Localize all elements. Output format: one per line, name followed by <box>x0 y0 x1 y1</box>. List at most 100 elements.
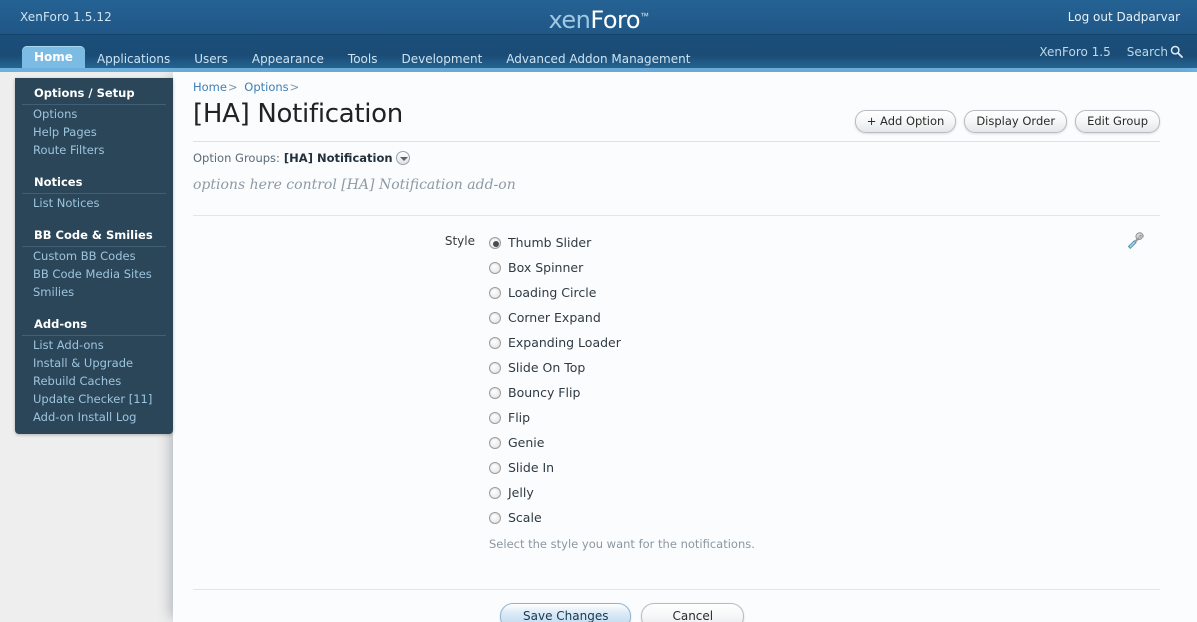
radio-label-slide-in[interactable]: Slide In <box>508 460 554 475</box>
radio-label-slide-on-top[interactable]: Slide On Top <box>508 360 585 375</box>
logo-text-xen: xen <box>548 6 591 34</box>
sidebar-item-list-add-ons[interactable]: List Add-ons <box>15 336 173 354</box>
radio-option-slide-in[interactable]: Slide In <box>489 455 1177 480</box>
radio-option-slide-on-top[interactable]: Slide On Top <box>489 355 1177 380</box>
nav-tab-applications[interactable]: Applications <box>85 46 182 72</box>
sidebar-item-install-upgrade[interactable]: Install & Upgrade <box>15 354 173 372</box>
radio-dot-icon[interactable] <box>489 361 501 374</box>
radio-dot-icon[interactable] <box>489 486 501 499</box>
option-style-label: Style <box>444 234 475 248</box>
radio-dot-icon[interactable] <box>489 386 501 399</box>
radio-dot-icon[interactable] <box>489 261 501 274</box>
sidebar-group-add-ons: Add-ons List Add-ons Install & Upgrade R… <box>15 310 173 426</box>
sidebar-group-notices: Notices List Notices <box>15 168 173 212</box>
radio-option-bouncy-flip[interactable]: Bouncy Flip <box>489 380 1177 405</box>
primary-navigation: Home Applications Users Appearance Tools… <box>0 35 1197 72</box>
display-order-button[interactable]: Display Order <box>964 110 1068 133</box>
sidebar-item-bb-code-media-sites[interactable]: BB Code Media Sites <box>15 265 173 283</box>
nav-tab-home[interactable]: Home <box>22 46 85 68</box>
nav-tab-development[interactable]: Development <box>389 46 494 72</box>
edit-group-button[interactable]: Edit Group <box>1075 110 1160 133</box>
main-content: Home> Options> [HA] Notification + Add O… <box>193 80 1177 622</box>
radio-label-jelly[interactable]: Jelly <box>508 485 534 500</box>
nav-version-label: XenForo 1.5 <box>1039 44 1111 59</box>
radio-dot-icon[interactable] <box>489 336 501 349</box>
admin-page: XenForo 1.5.12 xenForo™ Log out Dadparva… <box>0 0 1197 622</box>
sidebar-heading-notices: Notices <box>22 168 166 194</box>
nav-tab-appearance[interactable]: Appearance <box>240 46 336 72</box>
sidebar-item-list-notices[interactable]: List Notices <box>15 194 173 212</box>
radio-dot-icon[interactable] <box>489 461 501 474</box>
radio-option-jelly[interactable]: Jelly <box>489 480 1177 505</box>
footer-button-group: Save Changes Cancel <box>193 590 1177 622</box>
screwdriver-icon[interactable] <box>1125 230 1145 250</box>
logo-trademark: ™ <box>640 12 649 22</box>
sidebar-group-bb-code-smilies: BB Code & Smilies Custom BB Codes BB Cod… <box>15 221 173 301</box>
breadcrumb-item-options[interactable]: Options <box>244 80 288 94</box>
search-icon <box>1170 45 1183 58</box>
radio-label-genie[interactable]: Genie <box>508 435 544 450</box>
radio-option-loading-circle[interactable]: Loading Circle <box>489 280 1177 305</box>
nav-tab-users[interactable]: Users <box>182 46 240 72</box>
save-changes-button[interactable]: Save Changes <box>500 603 632 622</box>
option-style-controls: Thumb Slider Box Spinner Loading Circle … <box>489 230 1177 551</box>
option-style-block: Style Thumb Slider Box Spinner Loading C… <box>193 216 1177 551</box>
sidebar-item-add-on-install-log[interactable]: Add-on Install Log <box>15 408 173 426</box>
radio-label-box-spinner[interactable]: Box Spinner <box>508 260 583 275</box>
radio-label-flip[interactable]: Flip <box>508 410 530 425</box>
breadcrumb-separator: > <box>289 80 300 94</box>
radio-label-expanding-loader[interactable]: Expanding Loader <box>508 335 621 350</box>
logo-text-foro: Foro <box>590 6 641 34</box>
radio-label-scale[interactable]: Scale <box>508 510 542 525</box>
xenforo-logo: xenForo™ <box>0 4 1197 33</box>
chevron-down-icon[interactable] <box>395 151 410 165</box>
option-groups-row: Option Groups: [HA] Notification <box>193 142 1177 165</box>
sidebar-item-update-checker[interactable]: Update Checker [11] <box>15 390 173 408</box>
radio-option-scale[interactable]: Scale <box>489 505 1177 530</box>
nav-right-group: XenForo 1.5 Search <box>1039 35 1183 68</box>
radio-option-expanding-loader[interactable]: Expanding Loader <box>489 330 1177 355</box>
cancel-button[interactable]: Cancel <box>641 603 745 622</box>
nav-tab-advanced-addon-management[interactable]: Advanced Addon Management <box>494 46 702 72</box>
radio-dot-icon[interactable] <box>489 236 501 249</box>
radio-option-flip[interactable]: Flip <box>489 405 1177 430</box>
sidebar-item-custom-bb-codes[interactable]: Custom BB Codes <box>15 247 173 265</box>
nav-version-link[interactable]: XenForo 1.5 <box>1039 45 1110 59</box>
title-row: [HA] Notification + Add Option Display O… <box>193 97 1177 141</box>
radio-dot-icon[interactable] <box>489 286 501 299</box>
option-group-description: options here control [HA] Notification a… <box>193 177 516 193</box>
radio-label-bouncy-flip[interactable]: Bouncy Flip <box>508 385 580 400</box>
radio-option-corner-expand[interactable]: Corner Expand <box>489 305 1177 330</box>
radio-option-genie[interactable]: Genie <box>489 430 1177 455</box>
nav-search-link[interactable]: Search <box>1127 45 1183 59</box>
breadcrumb-separator: > <box>227 80 238 94</box>
radio-dot-icon[interactable] <box>489 411 501 424</box>
radio-label-thumb-slider[interactable]: Thumb Slider <box>508 235 591 250</box>
radio-label-loading-circle[interactable]: Loading Circle <box>508 285 596 300</box>
radio-option-thumb-slider[interactable]: Thumb Slider <box>489 230 1177 255</box>
add-option-button[interactable]: + Add Option <box>854 110 957 133</box>
option-groups-value: [HA] Notification <box>283 151 393 165</box>
sidebar-heading-bb-code-smilies: BB Code & Smilies <box>22 221 166 247</box>
radio-label-corner-expand[interactable]: Corner Expand <box>508 310 601 325</box>
sidebar-item-route-filters[interactable]: Route Filters <box>15 141 173 159</box>
sidebar-item-rebuild-caches[interactable]: Rebuild Caches <box>15 372 173 390</box>
radio-option-box-spinner[interactable]: Box Spinner <box>489 255 1177 280</box>
radio-dot-icon[interactable] <box>489 511 501 524</box>
sidebar-item-smilies[interactable]: Smilies <box>15 283 173 301</box>
logout-link[interactable]: Log out Dadparvar <box>1068 10 1180 24</box>
admin-sidebar: Options / Setup Options Help Pages Route… <box>15 78 173 434</box>
radio-dot-icon[interactable] <box>489 436 501 449</box>
sidebar-group-options-setup: Options / Setup Options Help Pages Route… <box>15 78 173 159</box>
breadcrumb-item-home[interactable]: Home <box>193 80 227 94</box>
radio-dot-icon[interactable] <box>489 311 501 324</box>
sidebar-item-help-pages[interactable]: Help Pages <box>15 123 173 141</box>
nav-tab-tools[interactable]: Tools <box>336 46 390 72</box>
option-groups-label: Option Groups: <box>193 151 280 165</box>
top-header-bar: XenForo 1.5.12 xenForo™ Log out Dadparva… <box>0 0 1197 35</box>
title-button-group: + Add Option Display Order Edit Group <box>854 110 1160 133</box>
sidebar-item-options[interactable]: Options <box>15 105 173 123</box>
